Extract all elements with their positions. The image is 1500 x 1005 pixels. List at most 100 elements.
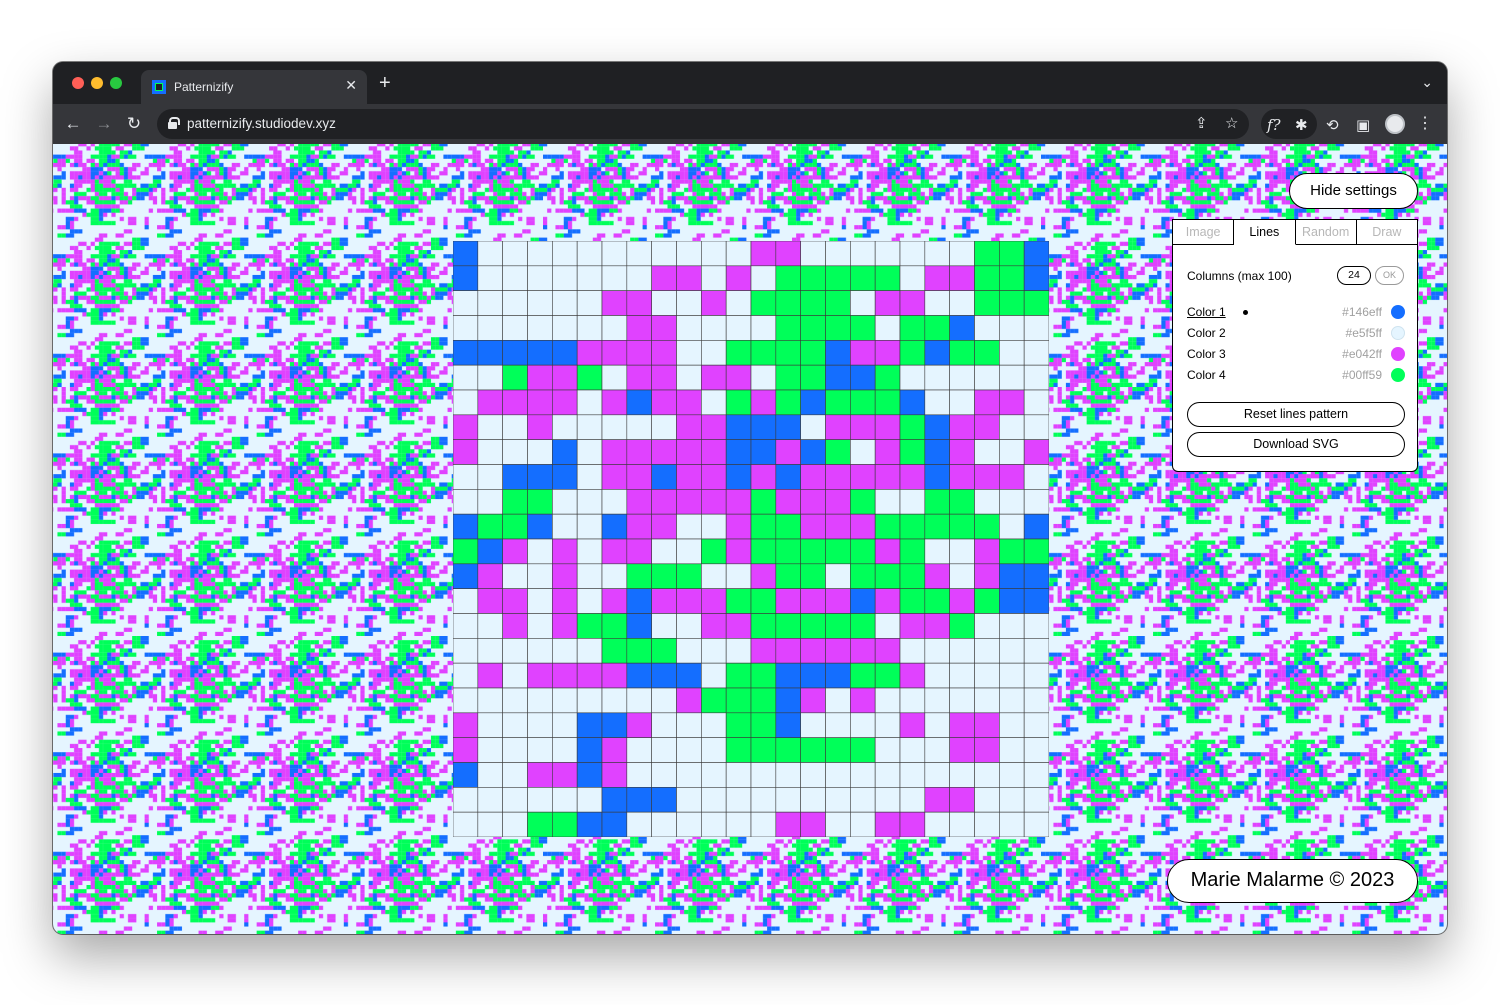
grid-cell[interactable] [999, 340, 1025, 366]
grid-cell[interactable] [576, 638, 603, 664]
grid-cell[interactable] [725, 364, 752, 391]
grid-cell[interactable] [453, 464, 479, 490]
grid-cell[interactable] [576, 613, 603, 639]
grid-cell[interactable] [949, 315, 975, 341]
grid-cell[interactable] [750, 613, 777, 639]
grid-cell[interactable] [1023, 513, 1049, 540]
grid-cell[interactable] [850, 538, 876, 565]
grid-cell[interactable] [651, 638, 677, 664]
grid-cell[interactable] [1023, 762, 1049, 788]
grid-cell[interactable] [1023, 787, 1049, 813]
grid-cell[interactable] [676, 563, 702, 589]
grid-cell[interactable] [949, 538, 975, 565]
bookmark-star-icon[interactable]: ☆ [1225, 114, 1238, 132]
grid-cell[interactable] [825, 662, 851, 689]
grid-cell[interactable] [626, 315, 652, 341]
grid-cell[interactable] [850, 513, 876, 540]
grid-cell[interactable] [1023, 638, 1049, 664]
grid-cell[interactable] [999, 588, 1025, 614]
grid-cell[interactable] [899, 811, 926, 837]
grid-cell[interactable] [552, 439, 578, 465]
grid-cell[interactable] [924, 762, 950, 788]
grid-cell[interactable] [527, 563, 553, 589]
grid-cell[interactable] [974, 389, 1000, 416]
grid-cell[interactable] [775, 414, 801, 440]
grid-cell[interactable] [477, 340, 503, 366]
grid-cell[interactable] [651, 241, 677, 267]
grid-cell[interactable] [999, 290, 1025, 316]
grid-cell[interactable] [576, 464, 603, 490]
grid-cell[interactable] [676, 811, 702, 837]
grid-cell[interactable] [949, 414, 975, 440]
grid-cell[interactable] [477, 265, 503, 291]
grid-cell[interactable] [850, 762, 876, 788]
grid-cell[interactable] [502, 464, 528, 490]
grid-cell[interactable] [477, 712, 503, 738]
grid-cell[interactable] [924, 513, 950, 540]
grid-cell[interactable] [775, 563, 801, 589]
browser-tab[interactable]: Patternizify ✕ [141, 70, 367, 104]
grid-cell[interactable] [924, 364, 950, 391]
grid-cell[interactable] [999, 662, 1025, 689]
close-window-button[interactable] [72, 77, 84, 89]
grid-cell[interactable] [999, 762, 1025, 788]
url-text[interactable]: patternizify.studiodev.xyz [187, 116, 336, 131]
minimize-window-button[interactable] [91, 77, 103, 89]
grid-cell[interactable] [800, 513, 826, 540]
color-row-3[interactable]: Color 3 #e042ff [1187, 345, 1405, 363]
grid-cell[interactable] [800, 340, 826, 366]
grid-cell[interactable] [1023, 414, 1049, 440]
grid-cell[interactable] [775, 662, 801, 689]
grid-cell[interactable] [1023, 613, 1049, 639]
grid-cell[interactable] [874, 588, 901, 614]
grid-cell[interactable] [527, 762, 553, 788]
grid-cell[interactable] [775, 315, 801, 341]
grid-cell[interactable] [527, 638, 553, 664]
grid-cell[interactable] [949, 489, 975, 515]
grid-cell[interactable] [676, 464, 702, 490]
grid-cell[interactable] [750, 762, 777, 788]
grid-cell[interactable] [676, 364, 702, 391]
grid-cell[interactable] [576, 241, 603, 267]
grid-cell[interactable] [626, 414, 652, 440]
grid-cell[interactable] [1023, 489, 1049, 515]
grid-cell[interactable] [701, 737, 727, 763]
grid-cell[interactable] [974, 315, 1000, 341]
grid-cell[interactable] [676, 538, 702, 565]
grid-cell[interactable] [453, 265, 479, 291]
grid-cell[interactable] [1023, 389, 1049, 416]
grid-cell[interactable] [899, 513, 926, 540]
grid-cell[interactable] [676, 414, 702, 440]
grid-cell[interactable] [601, 315, 628, 341]
grid-cell[interactable] [502, 513, 528, 540]
grid-cell[interactable] [949, 737, 975, 763]
grid-cell[interactable] [1023, 811, 1049, 837]
grid-cell[interactable] [775, 340, 801, 366]
grid-cell[interactable] [453, 489, 479, 515]
grid-cell[interactable] [949, 364, 975, 391]
grid-cell[interactable] [651, 340, 677, 366]
grid-cell[interactable] [576, 414, 603, 440]
grid-cell[interactable] [601, 588, 628, 614]
grid-cell[interactable] [502, 588, 528, 614]
grid-cell[interactable] [850, 588, 876, 614]
grid-cell[interactable] [874, 613, 901, 639]
grid-cell[interactable] [775, 364, 801, 391]
grid-cell[interactable] [899, 489, 926, 515]
grid-cell[interactable] [651, 513, 677, 540]
grid-cell[interactable] [850, 340, 876, 366]
grid-cell[interactable] [800, 687, 826, 714]
grid-cell[interactable] [1023, 737, 1049, 763]
color-swatch[interactable] [1391, 368, 1405, 382]
grid-cell[interactable] [502, 340, 528, 366]
grid-cell[interactable] [924, 340, 950, 366]
grid-cell[interactable] [800, 737, 826, 763]
grid-cell[interactable] [999, 315, 1025, 341]
grid-cell[interactable] [800, 811, 826, 837]
grid-cell[interactable] [601, 762, 628, 788]
grid-cell[interactable] [999, 712, 1025, 738]
grid-cell[interactable] [874, 364, 901, 391]
grid-cell[interactable] [775, 588, 801, 614]
grid-cell[interactable] [477, 315, 503, 341]
grid-cell[interactable] [576, 315, 603, 341]
